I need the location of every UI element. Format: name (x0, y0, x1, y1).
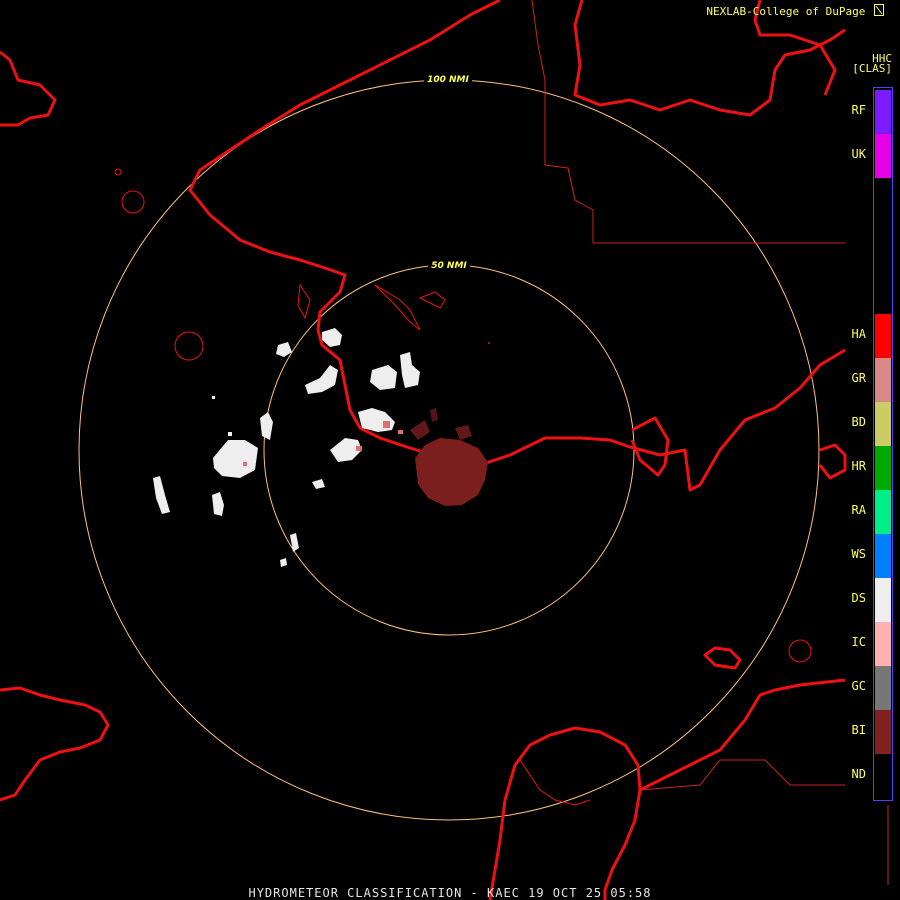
legend-label-ds: DS (851, 591, 866, 605)
legend-swatch-ra (875, 490, 891, 534)
legend-label-ra: RA (851, 503, 866, 517)
legend-product-type: [CLAS] (852, 62, 892, 75)
legend-swatch-gc (875, 666, 891, 710)
radar-echoes-dry-snow (153, 328, 420, 567)
legend-label-nd: ND (851, 767, 866, 781)
legend-label-ws: WS (851, 547, 866, 561)
radar-echoes-biological (410, 342, 490, 506)
legend-label-rf: RF (851, 103, 866, 117)
legend-swatch-nd (875, 754, 891, 798)
legend-swatch-gr (875, 358, 891, 402)
legend-swatch-uk (875, 134, 891, 178)
legend-label-hr: HR (851, 459, 866, 473)
credit-text: NEXLAB-College of DuPage (706, 5, 866, 18)
source-credit: NEXLAB-College of DuPage (706, 4, 884, 18)
color-legend (873, 87, 893, 801)
radar-map: 100 NMI 50 NMI (0, 0, 889, 900)
legend-swatch-rf (875, 90, 891, 134)
legend-swatch-ds (875, 578, 891, 622)
outer-ring-label: 100 NMI (427, 75, 469, 85)
legend-label-gc: GC (851, 679, 866, 693)
arrow-icon (874, 4, 884, 16)
legend-swatch-bd (875, 402, 891, 446)
legend-swatch-hr (875, 446, 891, 490)
inner-ring-label: 50 NMI (431, 261, 467, 271)
legend-label-gr: GR (851, 371, 866, 385)
legend-label-bd: BD (851, 415, 866, 429)
product-title: HYDROMETEOR CLASSIFICATION - KAEC 19 OCT… (248, 886, 652, 900)
legend-label-ic: IC (851, 635, 866, 649)
boundary-lines (531, 0, 889, 885)
legend-swatch-ha (875, 314, 891, 358)
legend-swatch-bi (875, 710, 891, 754)
legend-label-ha: HA (851, 327, 866, 341)
legend-swatch-ic (875, 622, 891, 666)
legend-label-bi: BI (851, 723, 866, 737)
legend-swatch-ws (875, 534, 891, 578)
legend-label-uk: UK (851, 147, 866, 161)
